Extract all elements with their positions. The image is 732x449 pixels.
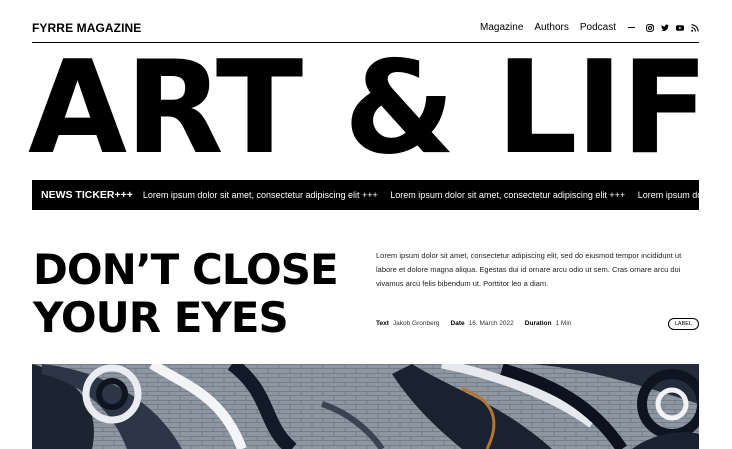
article-tag-button[interactable]: LABEL	[667, 318, 699, 330]
headline-line-2: YOUR EYES	[33, 293, 289, 342]
rss-icon[interactable]	[691, 23, 699, 32]
ticker-item[interactable]: Lorem ipsum dolor sit amet, consectetur …	[390, 190, 625, 200]
news-ticker: NEWS TICKER+++ Lorem ipsum dolor sit ame…	[32, 180, 699, 210]
meta-author[interactable]: Jakob Gronberg	[393, 320, 440, 327]
instagram-icon[interactable]	[646, 23, 654, 32]
site-header: FYRRE MAGAZINE Magazine Authors Podcast	[32, 0, 699, 43]
article-meta: Text Jakob Gronberg Date 16. March 2022 …	[376, 320, 582, 327]
ticker-track: Lorem ipsum dolor sit amet, consectetur …	[143, 190, 699, 200]
brand-logo[interactable]: FYRRE MAGAZINE	[32, 21, 141, 35]
twitter-icon[interactable]	[661, 24, 669, 32]
article-headline[interactable]: DON’T CLOSE YOUR EYES	[33, 245, 339, 342]
main-nav: Magazine Authors Podcast	[469, 22, 699, 33]
youtube-icon[interactable]	[676, 24, 684, 32]
nav-link-magazine[interactable]: Magazine	[480, 22, 523, 33]
article-intro: Lorem ipsum dolor sit amet, consectetur …	[376, 251, 682, 288]
article-hero-image[interactable]	[32, 364, 699, 449]
nav-divider	[628, 27, 635, 28]
ticker-item[interactable]: Lorem ipsum dolor sit amet, consectetur …	[143, 190, 378, 200]
meta-date: 16. March 2022	[468, 320, 514, 327]
nav-link-authors[interactable]: Authors	[534, 22, 568, 33]
ticker-item[interactable]: Lorem ipsum dolor sit amet, consectetur …	[638, 190, 699, 200]
graffiti-artwork	[32, 364, 699, 449]
meta-text-label: Text	[376, 320, 389, 327]
meta-duration: 1 Min	[555, 320, 572, 327]
hero-title: ART & LIFE	[28, 48, 708, 170]
headline-line-1: DON’T CLOSE	[33, 245, 339, 294]
meta-date-label: Date	[450, 320, 465, 327]
ticker-label: NEWS TICKER+++	[41, 189, 133, 201]
nav-link-podcast[interactable]: Podcast	[580, 22, 616, 33]
meta-duration-label: Duration	[524, 320, 552, 327]
